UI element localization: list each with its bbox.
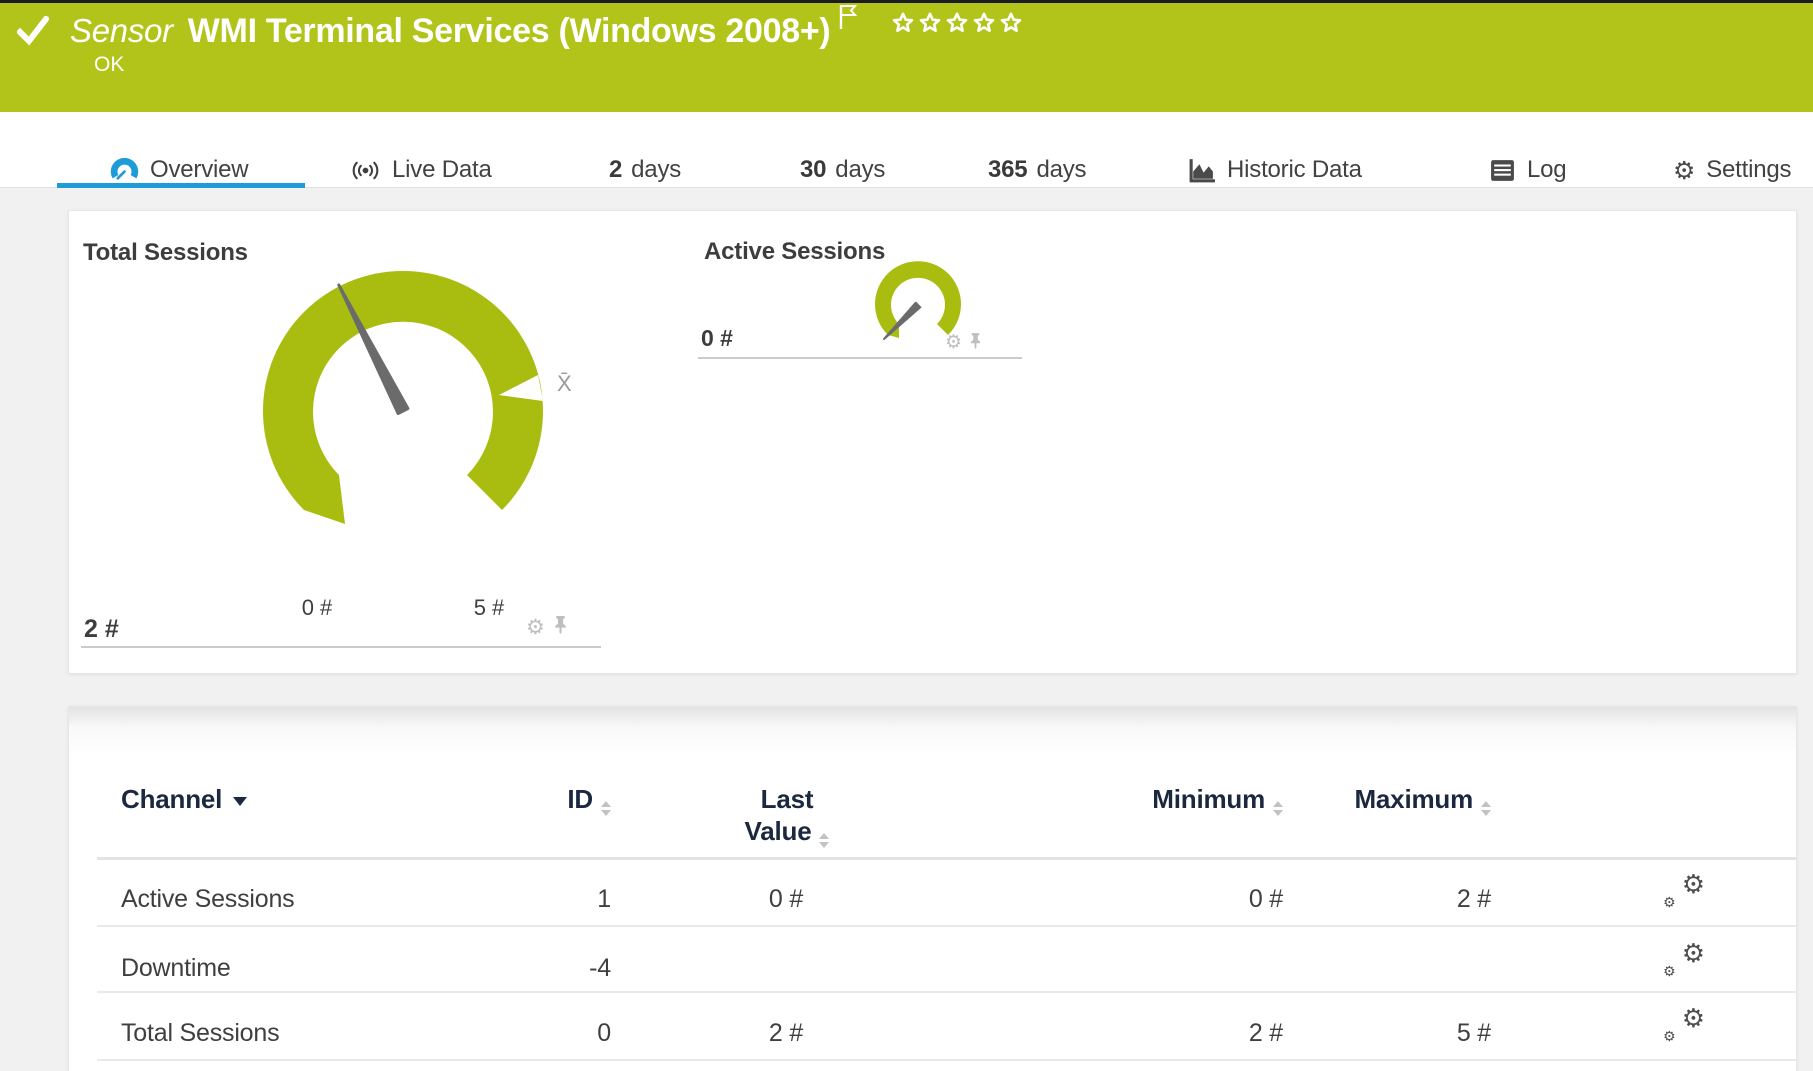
gauge-settings-gear-icon[interactable]: ⚙ <box>526 617 545 638</box>
channel-last-value: 2 # <box>768 1019 804 1047</box>
column-header-maximum[interactable]: Maximum <box>1289 783 1491 816</box>
sensor-header: Sensor WMI Terminal Services (Windows 20… <box>0 3 1813 112</box>
tab-bar: Overview Live Data 2 days 30 days 365 da… <box>0 112 1813 188</box>
channels-panel: Channel ID Last Value Minimum Maximum Ac… <box>68 706 1797 1071</box>
window-top-edge <box>0 0 1813 3</box>
channel-settings-gear-icon[interactable]: ⚙ ⚙ <box>1661 872 1705 910</box>
channel-id: -4 <box>589 954 611 982</box>
active-sessions-value: 0 # <box>701 325 733 351</box>
sensor-title-row: Sensor WMI Terminal Services (Windows 20… <box>70 5 1023 51</box>
tab-settings[interactable]: ⚙ Settings <box>1673 152 1792 188</box>
status-ok-check-icon <box>15 14 51 51</box>
tab-historic-data[interactable]: Historic Data <box>1187 152 1362 188</box>
tab-number: 30 <box>800 156 827 183</box>
gauge-pin-icon[interactable] <box>553 615 568 639</box>
sort-toggle-icon <box>819 833 830 848</box>
log-list-icon <box>1489 158 1516 183</box>
channel-settings-gear-icon[interactable]: ⚙ ⚙ <box>1661 941 1705 979</box>
tab-365-days[interactable]: 365 days <box>988 152 1087 188</box>
tab-30-days[interactable]: 30 days <box>800 152 885 188</box>
channel-last-value: 0 # <box>768 885 804 913</box>
tab-label: Log <box>1527 156 1567 183</box>
sort-toggle-icon <box>1481 801 1491 816</box>
total-sessions-title: Total Sessions <box>83 239 248 266</box>
table-row-divider <box>97 925 1797 927</box>
sort-descending-icon <box>233 797 248 806</box>
star-icon[interactable] <box>891 11 915 40</box>
channel-name: Total Sessions <box>121 1019 280 1047</box>
tab-label: days <box>835 156 886 183</box>
priority-flag-icon[interactable] <box>838 3 859 35</box>
channel-minimum: 2 # <box>1248 1019 1283 1047</box>
column-header-id[interactable]: ID <box>399 783 611 816</box>
star-icon[interactable] <box>999 11 1023 40</box>
tab-label: days <box>1036 156 1087 183</box>
tab-label: Overview <box>150 156 249 183</box>
channel-minimum: 0 # <box>1248 885 1283 913</box>
sort-toggle-icon <box>1273 801 1283 816</box>
column-header-label: Channel <box>121 784 223 814</box>
column-header-channel[interactable]: Channel <box>121 783 248 815</box>
column-header-label: ID <box>567 784 593 814</box>
table-row-divider <box>97 1059 1797 1061</box>
tab-live-data[interactable]: Live Data <box>350 152 492 188</box>
tab-label: Historic Data <box>1227 156 1362 183</box>
channel-settings-gear-icon[interactable]: ⚙ ⚙ <box>1661 1006 1705 1044</box>
gauge-settings-gear-icon[interactable]: ⚙ <box>945 333 962 352</box>
live-data-icon <box>350 157 381 184</box>
channel-id: 1 <box>597 885 611 913</box>
gauge-min-label: 0 # <box>301 595 333 620</box>
sensor-status-text: OK <box>94 53 125 76</box>
gauges-panel: Total Sessions X̄ 0 # 5 # 2 # ⚙ Active S… <box>68 210 1797 674</box>
tab-2-days[interactable]: 2 days <box>609 152 681 188</box>
tab-label: days <box>631 156 682 183</box>
channel-id: 0 <box>597 1019 611 1047</box>
column-header-label: Maximum <box>1354 784 1473 814</box>
channel-maximum: 2 # <box>1456 885 1491 913</box>
gauge-icon <box>110 156 139 185</box>
tab-log[interactable]: Log <box>1489 152 1567 188</box>
historic-data-chart-icon <box>1187 157 1216 184</box>
channel-name: Downtime <box>121 954 231 982</box>
gauge-divider <box>698 357 1022 359</box>
priority-stars[interactable] <box>891 11 1023 40</box>
tab-number: 2 <box>609 156 623 183</box>
column-header-label: Minimum <box>1152 784 1265 814</box>
star-icon[interactable] <box>972 11 996 40</box>
star-icon[interactable] <box>918 11 942 40</box>
gauge-pin-icon[interactable] <box>969 332 982 354</box>
average-marker-label: X̄ <box>557 371 572 396</box>
channel-maximum: 5 # <box>1456 1019 1491 1047</box>
tab-label: Settings <box>1706 156 1792 183</box>
table-row-divider <box>97 991 1797 993</box>
column-header-label: Last Value <box>744 784 814 846</box>
channel-name: Active Sessions <box>121 885 295 913</box>
table-header-divider <box>97 857 1797 860</box>
active-sessions-gauge <box>875 261 961 347</box>
total-sessions-gauge <box>262 270 544 552</box>
page-title: WMI Terminal Services (Windows 2008+) <box>187 12 831 50</box>
total-sessions-value: 2 # <box>84 615 119 643</box>
column-header-minimum[interactable]: Minimum <box>1081 783 1283 816</box>
column-header-last-value[interactable]: Last Value <box>731 783 843 848</box>
prtg-sensor-page: Sensor WMI Terminal Services (Windows 20… <box>0 0 1813 1071</box>
star-icon[interactable] <box>945 11 969 40</box>
active-tab-underline <box>57 183 305 188</box>
sort-toggle-icon <box>601 801 611 816</box>
gauge-divider <box>81 646 601 648</box>
settings-gear-icon: ⚙ <box>1673 155 1696 185</box>
sensor-kind-label: Sensor <box>70 12 173 49</box>
tab-label: Live Data <box>392 156 492 183</box>
tab-number: 365 <box>988 156 1028 183</box>
